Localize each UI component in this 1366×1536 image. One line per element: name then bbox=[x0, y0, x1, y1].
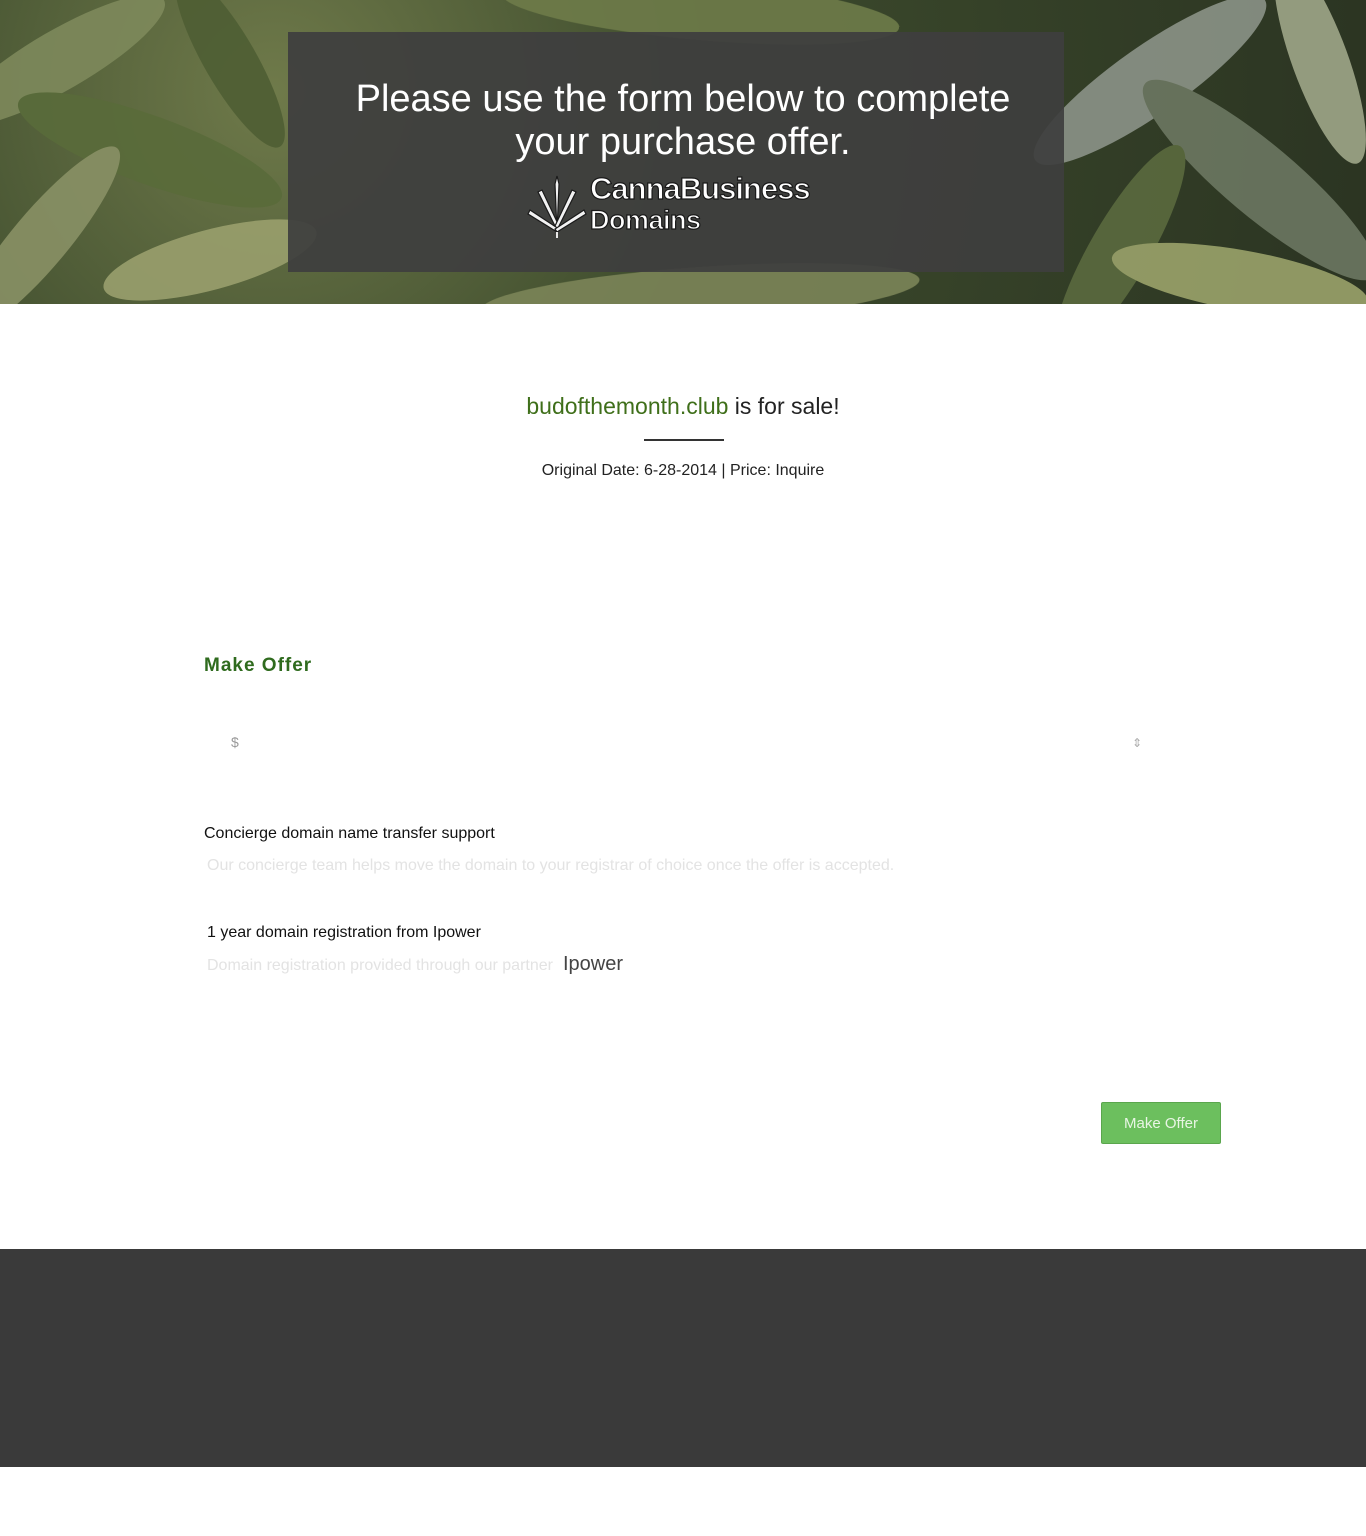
ipower-brand: Ipower bbox=[562, 953, 623, 975]
sale-headline: budofthemonth.club is for sale! bbox=[0, 393, 1366, 420]
footer-link-2[interactable] bbox=[672, 1331, 712, 1347]
feature-description-registration: Domain registration provided through our… bbox=[207, 952, 623, 978]
domain-name: budofthemonth.club bbox=[526, 393, 729, 419]
footer-link-4[interactable] bbox=[985, 1331, 1025, 1347]
footer-link-3[interactable] bbox=[800, 1331, 840, 1347]
logo-word-business: Business bbox=[679, 171, 811, 206]
page-title: Please use the form below to complete yo… bbox=[0, 78, 1366, 164]
hero-banner: Please use the form below to complete yo… bbox=[0, 0, 1366, 304]
footer-text-left bbox=[384, 1387, 504, 1402]
feature-title-registration: 1 year domain registration from Ipower bbox=[207, 924, 481, 941]
logo-word-canna: Canna bbox=[589, 171, 681, 206]
offer-amount-field[interactable]: $ ⇕ bbox=[204, 718, 1160, 770]
cannabusiness-domains-logo[interactable]: CannaBusiness Domains bbox=[526, 172, 846, 240]
page-title-line-2: your purchase offer. bbox=[515, 121, 851, 163]
cannabis-leaf-icon bbox=[527, 175, 587, 238]
footer bbox=[0, 1249, 1366, 1467]
footer-text-right bbox=[700, 1387, 820, 1402]
feature-description-registration-text: Domain registration provided through our… bbox=[207, 957, 553, 974]
stepper-icon[interactable]: ⇕ bbox=[1132, 736, 1142, 750]
logo-wordmark-line-1: CannaBusiness bbox=[589, 171, 811, 206]
footer-links bbox=[0, 1331, 1366, 1351]
page-title-line-1: Please use the form below to complete bbox=[355, 78, 1011, 120]
listing-meta: Original Date: 6-28-2014 | Price: Inquir… bbox=[541, 462, 825, 479]
dollar-icon: $ bbox=[231, 734, 239, 750]
footer-link-1[interactable] bbox=[462, 1331, 502, 1347]
headline-divider bbox=[644, 439, 724, 441]
logo-wordmark-line-2: Domains bbox=[589, 205, 701, 235]
feature-title-transfer: Concierge domain name transfer support bbox=[204, 825, 495, 842]
make-offer-heading: Make Offer bbox=[204, 655, 313, 676]
make-offer-button[interactable]: Make Offer bbox=[1101, 1102, 1221, 1144]
sale-headline-suffix: is for sale! bbox=[728, 393, 840, 419]
feature-description-transfer: Our concierge team helps move the domain… bbox=[207, 857, 895, 874]
